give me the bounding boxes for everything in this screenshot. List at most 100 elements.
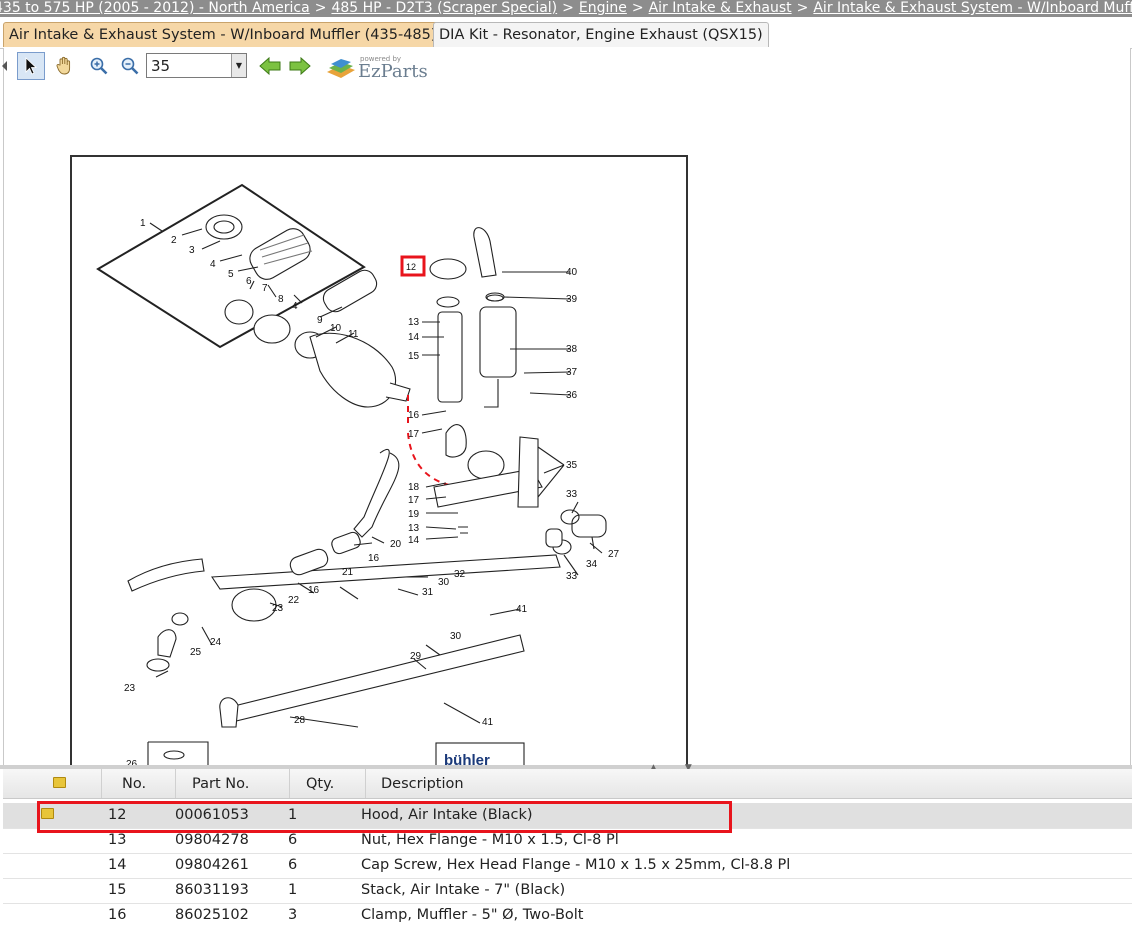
column-part-no[interactable]: Part No. [176, 769, 290, 798]
callout-30[interactable]: 30 [438, 577, 450, 588]
callout-23b[interactable]: 23 [124, 683, 136, 694]
callout-39[interactable]: 39 [566, 294, 578, 305]
callout-32[interactable]: 32 [454, 569, 466, 580]
row-description: Cap Screw, Hex Head Flange - M10 x 1.5 x… [361, 857, 791, 873]
callout-23[interactable]: 23 [272, 603, 284, 614]
row-no: 14 [108, 857, 127, 873]
next-page-button[interactable] [286, 52, 314, 80]
row-no: 16 [108, 907, 127, 923]
callout-36[interactable]: 36 [566, 390, 578, 401]
svg-text:12: 12 [406, 262, 416, 272]
table-row[interactable]: 16 86025102 3 Clamp, Muffler - 5" Ø, Two… [3, 903, 1132, 925]
ezparts-books-icon [327, 59, 355, 78]
breadcrumb-item-system[interactable]: Air Intake & Exhaust System - W/Inboard … [813, 0, 1132, 16]
row-part-no: 00061053 [175, 807, 249, 823]
callout-33b[interactable]: 33 [566, 571, 578, 582]
callout-3[interactable]: 3 [189, 245, 195, 256]
callout-25[interactable]: 25 [190, 647, 202, 658]
callout-38[interactable]: 38 [566, 344, 578, 355]
callout-9[interactable]: 9 [317, 315, 323, 326]
callout-41[interactable]: 41 [516, 604, 528, 615]
zoom-in-button[interactable] [85, 52, 113, 80]
previous-page-button[interactable] [256, 52, 284, 80]
callout-33[interactable]: 33 [566, 489, 578, 500]
callout-20[interactable]: 20 [390, 539, 402, 550]
parts-table-header: No. Part No. Qty. Description [3, 769, 1132, 799]
callout-4[interactable]: 4 [210, 259, 216, 270]
callout-35[interactable]: 35 [566, 460, 578, 471]
callout-19[interactable]: 19 [408, 509, 420, 520]
tab-air-intake-system[interactable]: Air Intake & Exhaust System - W/Inboard … [3, 22, 443, 47]
column-qty[interactable]: Qty. [290, 769, 366, 798]
breadcrumb-item-engine[interactable]: Engine [579, 0, 627, 16]
callout-13[interactable]: 13 [408, 317, 420, 328]
tab-bar: Air Intake & Exhaust System - W/Inboard … [0, 17, 1132, 49]
folder-icon [53, 777, 66, 788]
table-row[interactable]: 12 00061053 1 Hood, Air Intake (Black) [3, 803, 1132, 829]
callout-24[interactable]: 24 [210, 637, 222, 648]
callout-28[interactable]: 28 [294, 715, 306, 726]
callout-13b[interactable]: 13 [408, 523, 420, 534]
arrow-right-icon [289, 57, 311, 75]
callout-2[interactable]: 2 [171, 235, 177, 246]
arrow-left-icon [259, 57, 281, 75]
callout-6[interactable]: 6 [246, 276, 252, 287]
callout-14b[interactable]: 14 [408, 535, 420, 546]
column-no[interactable]: No. [102, 769, 176, 798]
viewer-toolbar: 35 ▼ powered by EzParts [2, 51, 435, 82]
callout-16c[interactable]: 16 [308, 585, 320, 596]
row-no: 12 [108, 807, 127, 823]
row-description: Clamp, Muffler - 5" Ø, Two-Bolt [361, 907, 584, 923]
breadcrumb-item-model[interactable]: 485 HP - D2T3 (Scraper Special) [331, 0, 557, 16]
callout-7[interactable]: 7 [262, 283, 268, 294]
callout-30b[interactable]: 30 [450, 631, 462, 642]
callout-29[interactable]: 29 [410, 651, 422, 662]
row-description: Hood, Air Intake (Black) [361, 807, 533, 823]
callout-22[interactable]: 22 [288, 595, 300, 606]
row-part-no: 09804261 [175, 857, 249, 873]
callout-10[interactable]: 10 [330, 323, 342, 334]
callout-40[interactable]: 40 [566, 267, 578, 278]
row-description: Stack, Air Intake - 7" (Black) [361, 882, 566, 898]
toolbar-scroll-left-icon[interactable] [0, 52, 10, 80]
callout-8[interactable]: 8 [278, 294, 284, 305]
callout-31[interactable]: 31 [422, 587, 434, 598]
parts-diagram[interactable]: 12 bühler 1 2 3 4 5 6 7 8 4 9 10 11 13 1… [70, 155, 688, 769]
callout-17[interactable]: 17 [408, 429, 420, 440]
column-description[interactable]: Description [366, 769, 1132, 798]
callout-18[interactable]: 18 [408, 482, 420, 493]
callout-4b[interactable]: 4 [292, 301, 298, 312]
table-row[interactable]: 15 86031193 1 Stack, Air Intake - 7" (Bl… [3, 878, 1132, 904]
breadcrumb-separator: > [796, 0, 809, 16]
callout-41b[interactable]: 41 [482, 717, 494, 728]
column-icon[interactable] [3, 769, 102, 798]
callout-14[interactable]: 14 [408, 332, 420, 343]
hand-icon [56, 56, 71, 75]
zoom-out-icon [121, 57, 139, 75]
callout-15[interactable]: 15 [408, 351, 420, 362]
callout-16[interactable]: 16 [408, 410, 420, 421]
pan-hand-button[interactable] [50, 52, 78, 80]
callout-37[interactable]: 37 [566, 367, 578, 378]
table-row[interactable]: 14 09804261 6 Cap Screw, Hex Head Flange… [3, 853, 1132, 879]
callout-17b[interactable]: 17 [408, 495, 420, 506]
arrow-pointer-icon [25, 57, 38, 75]
zoom-level-select[interactable]: 35 ▼ [146, 53, 247, 78]
select-pointer-button[interactable] [17, 52, 45, 80]
breadcrumb-item-hp-range[interactable]: 435 to 575 HP (2005 - 2012) - North Amer… [0, 0, 310, 16]
table-row[interactable]: 13 09804278 6 Nut, Hex Flange - M10 x 1.… [3, 828, 1132, 854]
callout-21[interactable]: 21 [342, 567, 354, 578]
zoom-out-button[interactable] [116, 52, 144, 80]
chevron-down-icon[interactable]: ▼ [231, 54, 246, 77]
callout-34[interactable]: 34 [586, 559, 598, 570]
tab-dia-kit-resonator[interactable]: DIA Kit - Resonator, Engine Exhaust (QSX… [433, 22, 769, 47]
breadcrumb-item-air-intake[interactable]: Air Intake & Exhaust [649, 0, 792, 16]
callout-11[interactable]: 11 [348, 329, 359, 340]
callout-27[interactable]: 27 [608, 549, 620, 560]
zoom-level-value: 35 [151, 57, 171, 75]
callout-16b[interactable]: 16 [368, 553, 380, 564]
row-qty: 6 [288, 832, 298, 848]
callout-1[interactable]: 1 [140, 218, 146, 229]
callout-5[interactable]: 5 [228, 269, 234, 280]
row-no: 15 [108, 882, 127, 898]
